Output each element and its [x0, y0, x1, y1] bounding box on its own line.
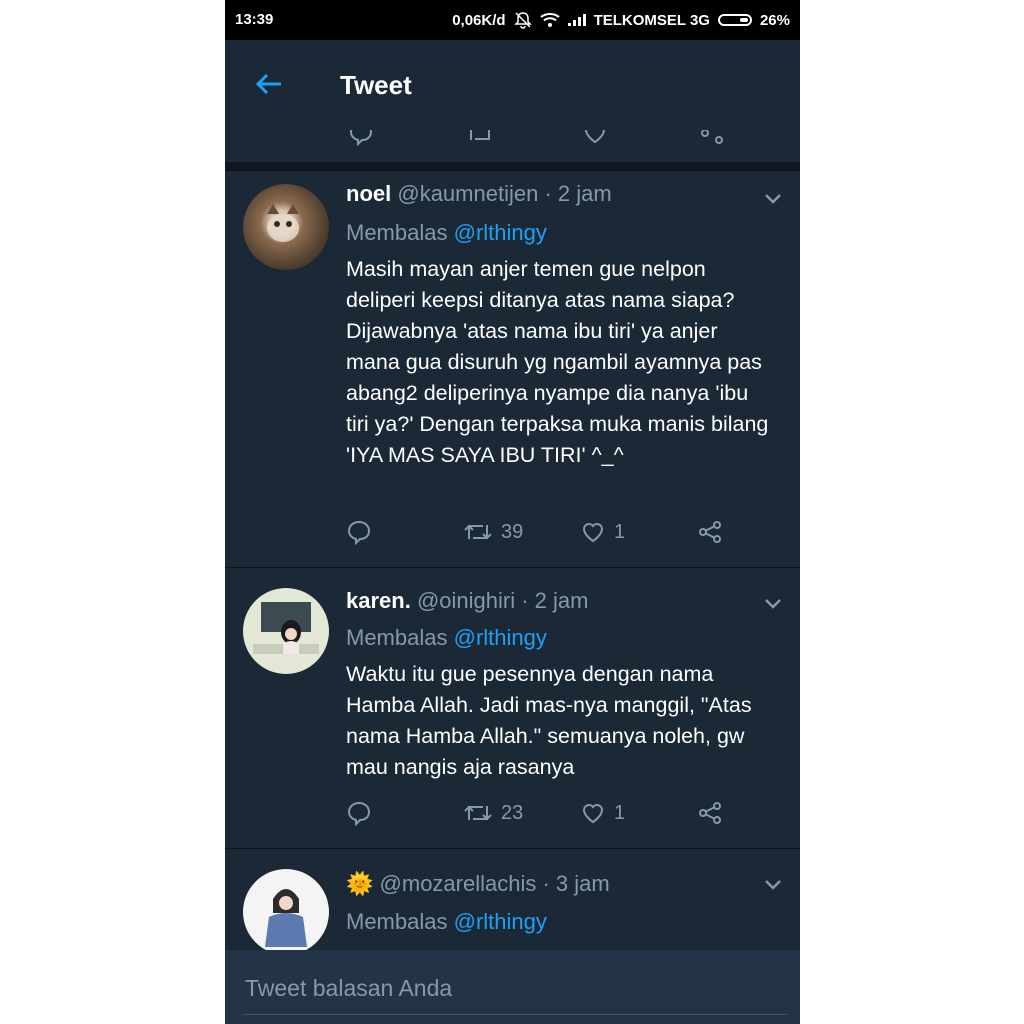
reply-input[interactable]	[243, 962, 787, 1015]
tweet-header: noel @kaumnetijen · 2 jam	[346, 181, 612, 207]
battery-level: 26%	[759, 11, 790, 29]
reply-icon[interactable]	[348, 130, 374, 146]
tweet-header: karen. @oinighiri · 2 jam	[346, 588, 588, 614]
tweet-actions: 39 1	[346, 519, 746, 553]
like-count: 1	[614, 520, 626, 543]
reply-prefix: Membalas	[346, 625, 448, 650]
display-name[interactable]: noel	[346, 181, 391, 206]
reply-mention[interactable]: @rlthingy	[454, 909, 547, 934]
retweet-icon	[464, 805, 492, 821]
retweet-count: 39	[501, 520, 524, 543]
app-bar: Tweet	[225, 40, 800, 130]
previous-tweet-actions	[225, 130, 800, 163]
reply-context: Membalas @rlthingy	[346, 909, 547, 935]
carrier-name: TELKOMSEL 3G	[593, 11, 710, 29]
reply-prefix: Membalas	[346, 909, 448, 934]
reply-context: Membalas @rlthingy	[346, 220, 547, 246]
chevron-down-icon[interactable]	[762, 592, 784, 614]
mute-bell-icon	[513, 12, 532, 29]
share-icon	[699, 802, 721, 824]
girl-illustration	[253, 602, 319, 654]
like-button[interactable]: 1	[580, 519, 625, 545]
timestamp: · 2 jam	[521, 588, 589, 613]
reply-mention[interactable]: @rlthingy	[454, 220, 547, 245]
network-speed: 0,06K/d	[452, 11, 506, 29]
retweet-icon	[464, 524, 492, 540]
reply-prefix: Membalas	[346, 220, 448, 245]
battery-icon	[717, 14, 752, 26]
tweet-header: 🌞 @mozarellachis · 3 jam	[346, 871, 610, 897]
tweet-text: Masih mayan anjer temen gue nelpon delip…	[346, 257, 769, 467]
status-time: 13:39	[235, 11, 274, 28]
reply-button[interactable]	[346, 800, 372, 826]
handle[interactable]: @mozarellachis	[380, 871, 537, 896]
like-icon	[582, 523, 604, 543]
tweet-item[interactable]: noel @kaumnetijen · 2 jam Membalas @rlth…	[225, 170, 800, 568]
tweet-item[interactable]: 🌞 @mozarellachis · 3 jam Membalas @rlthi…	[225, 848, 800, 959]
handle[interactable]: @oinighiri	[417, 588, 515, 613]
reply-context: Membalas @rlthingy	[346, 625, 547, 651]
chevron-down-icon[interactable]	[762, 187, 784, 209]
share-icon[interactable]	[699, 130, 725, 146]
like-count: 1	[614, 801, 626, 824]
timestamp: · 3 jam	[542, 871, 610, 896]
like-icon	[582, 804, 604, 824]
status-bar: 13:39 0,06K/d TELKOMSEL 3G 26%	[225, 0, 800, 40]
like-button[interactable]: 1	[580, 800, 625, 826]
handle[interactable]: @kaumnetijen	[397, 181, 538, 206]
reply-mention[interactable]: @rlthingy	[454, 625, 547, 650]
avatar[interactable]	[243, 184, 329, 270]
share-button[interactable]	[697, 519, 723, 545]
reply-button[interactable]	[346, 519, 372, 545]
cat-photo	[267, 204, 299, 242]
share-button[interactable]	[697, 800, 723, 826]
wifi-icon	[539, 13, 560, 27]
reply-composer	[225, 950, 800, 1024]
retweet-icon[interactable]	[465, 130, 495, 146]
avatar[interactable]	[243, 588, 329, 674]
signal-icon	[567, 14, 586, 26]
page-title: Tweet	[340, 70, 412, 100]
display-name[interactable]: 🌞	[346, 871, 373, 896]
share-icon	[699, 521, 721, 543]
hijab-illustration	[265, 889, 307, 947]
display-name[interactable]: karen.	[346, 588, 411, 613]
like-icon[interactable]	[582, 130, 608, 146]
reply-icon	[347, 801, 371, 826]
arrow-left-icon[interactable]	[253, 68, 285, 100]
tweet-actions: 23 1	[346, 800, 746, 834]
phone-screen: 13:39 0,06K/d TELKOMSEL 3G 26% Tweet noe…	[225, 0, 800, 1024]
reply-icon	[347, 520, 371, 545]
timestamp: · 2 jam	[544, 181, 612, 206]
separator	[225, 162, 800, 170]
retweet-button[interactable]: 23	[463, 800, 523, 826]
avatar[interactable]	[243, 869, 329, 955]
chevron-down-icon[interactable]	[762, 873, 784, 895]
tweet-item[interactable]: karen. @oinighiri · 2 jam Membalas @rlth…	[225, 567, 800, 849]
retweet-button[interactable]: 39	[463, 519, 523, 545]
retweet-count: 23	[501, 801, 524, 824]
tweet-text: Waktu itu gue pesennya dengan nama Hamba…	[346, 662, 752, 779]
